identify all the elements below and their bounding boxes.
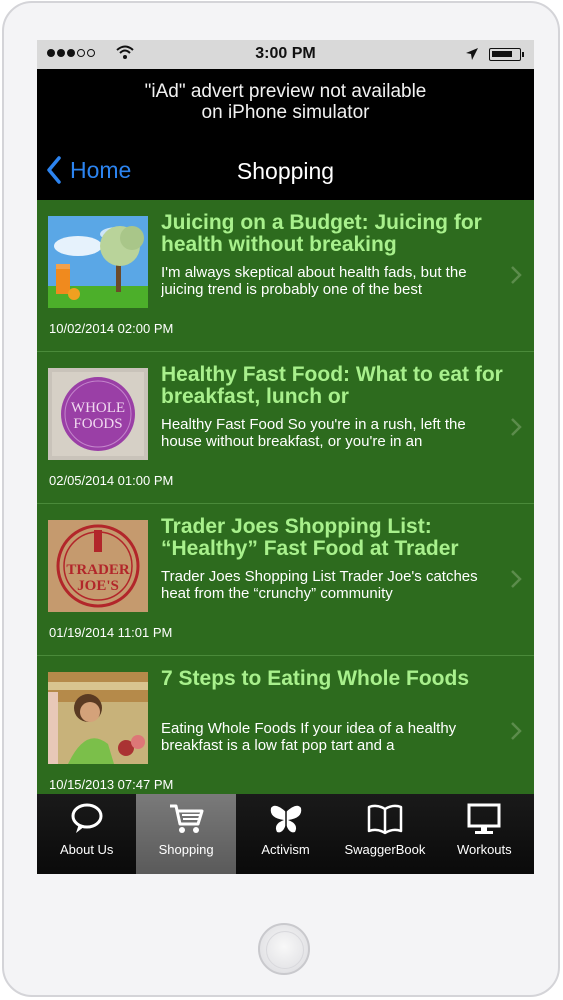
- ad-banner-line2: on iPhone simulator: [201, 102, 370, 123]
- article-row[interactable]: TRADER JOE'S Trader Joes Shopping List: …: [37, 504, 534, 656]
- navigation-bar: Home Shopping: [37, 131, 534, 200]
- article-date: 10/02/2014 02:00 PM: [49, 321, 174, 336]
- article-excerpt: I'm always skeptical about health fads, …: [161, 264, 467, 298]
- trader-joes-logo-text-1: TRADER: [66, 562, 130, 578]
- tab-label: Shopping: [158, 842, 214, 857]
- article-row[interactable]: 7 Steps to Eating Whole Foods Eating Who…: [37, 656, 534, 794]
- status-bar: 3:00 PM: [37, 40, 534, 69]
- tab-shopping[interactable]: Shopping: [136, 794, 236, 874]
- tab-bar: About Us Shopping Activism SwaggerBook W…: [37, 794, 534, 874]
- money-tree-juice-image: [48, 216, 148, 308]
- tab-workouts[interactable]: Workouts: [435, 794, 534, 874]
- chevron-right-icon: [511, 418, 522, 436]
- status-time: 3:00 PM: [255, 45, 316, 62]
- article-title: Juicing on a Budget: Juicing for health …: [161, 212, 482, 256]
- tab-about-us[interactable]: About Us: [37, 794, 136, 874]
- article-excerpt: Healthy Fast Food So you're in a rush, l…: [161, 416, 466, 450]
- article-date: 01/19/2014 11:01 PM: [49, 625, 173, 640]
- article-row[interactable]: WHOLE FOODS Healthy Fast Food: What to e…: [37, 352, 534, 504]
- article-title: 7 Steps to Eating Whole Foods: [161, 668, 470, 690]
- whole-foods-logo-text-2: FOODS: [73, 416, 122, 432]
- ad-banner-line1: "iAd" advert preview not available: [144, 81, 427, 102]
- chevron-right-icon: [511, 570, 522, 588]
- home-button[interactable]: [258, 923, 310, 975]
- article-title: Healthy Fast Food: What to eat for break…: [161, 364, 503, 408]
- article-title: Trader Joes Shopping List: “Healthy” Fas…: [161, 516, 459, 560]
- butterfly-icon: [270, 805, 301, 833]
- trader-joes-logo-text-2: JOE'S: [77, 578, 119, 594]
- page-title: Shopping: [236, 158, 335, 184]
- article-date: 10/15/2013 07:47 PM: [49, 777, 174, 792]
- tab-label: Activism: [261, 842, 310, 857]
- tab-label: Workouts: [456, 842, 512, 857]
- iphone-frame: 3:00 PM "iAd" advert preview not availab…: [2, 1, 560, 997]
- tab-label: About Us: [59, 842, 114, 857]
- chevron-right-icon: [511, 266, 522, 284]
- article-list[interactable]: Juicing on a Budget: Juicing for health …: [37, 200, 534, 794]
- chevron-right-icon: [511, 722, 522, 740]
- tab-label: SwaggerBook: [344, 842, 426, 857]
- trader-joes-logo-image: TRADER JOE'S: [48, 520, 148, 612]
- article-date: 02/05/2014 01:00 PM: [49, 473, 174, 488]
- shopping-cart-icon: [170, 804, 204, 833]
- ad-banner[interactable]: "iAd" advert preview not available on iP…: [37, 69, 534, 131]
- speech-bubble-icon: [71, 803, 103, 833]
- tab-activism[interactable]: Activism: [236, 794, 335, 874]
- whole-foods-logo-image: WHOLE FOODS: [48, 368, 148, 460]
- tab-swaggerbook[interactable]: SwaggerBook: [335, 794, 434, 874]
- monitor-icon: [467, 803, 501, 834]
- article-excerpt: Eating Whole Foods If your idea of a hea…: [161, 720, 457, 754]
- battery-icon: [489, 48, 524, 61]
- whole-foods-logo-text-1: WHOLE: [71, 400, 125, 416]
- open-book-icon: [367, 804, 403, 835]
- article-row[interactable]: Juicing on a Budget: Juicing for health …: [37, 200, 534, 352]
- child-grocery-photo-image: [48, 672, 148, 764]
- article-excerpt: Trader Joes Shopping List Trader Joe's c…: [161, 568, 478, 602]
- location-arrow-icon: [466, 48, 478, 60]
- app-screen: 3:00 PM "iAd" advert preview not availab…: [37, 40, 534, 874]
